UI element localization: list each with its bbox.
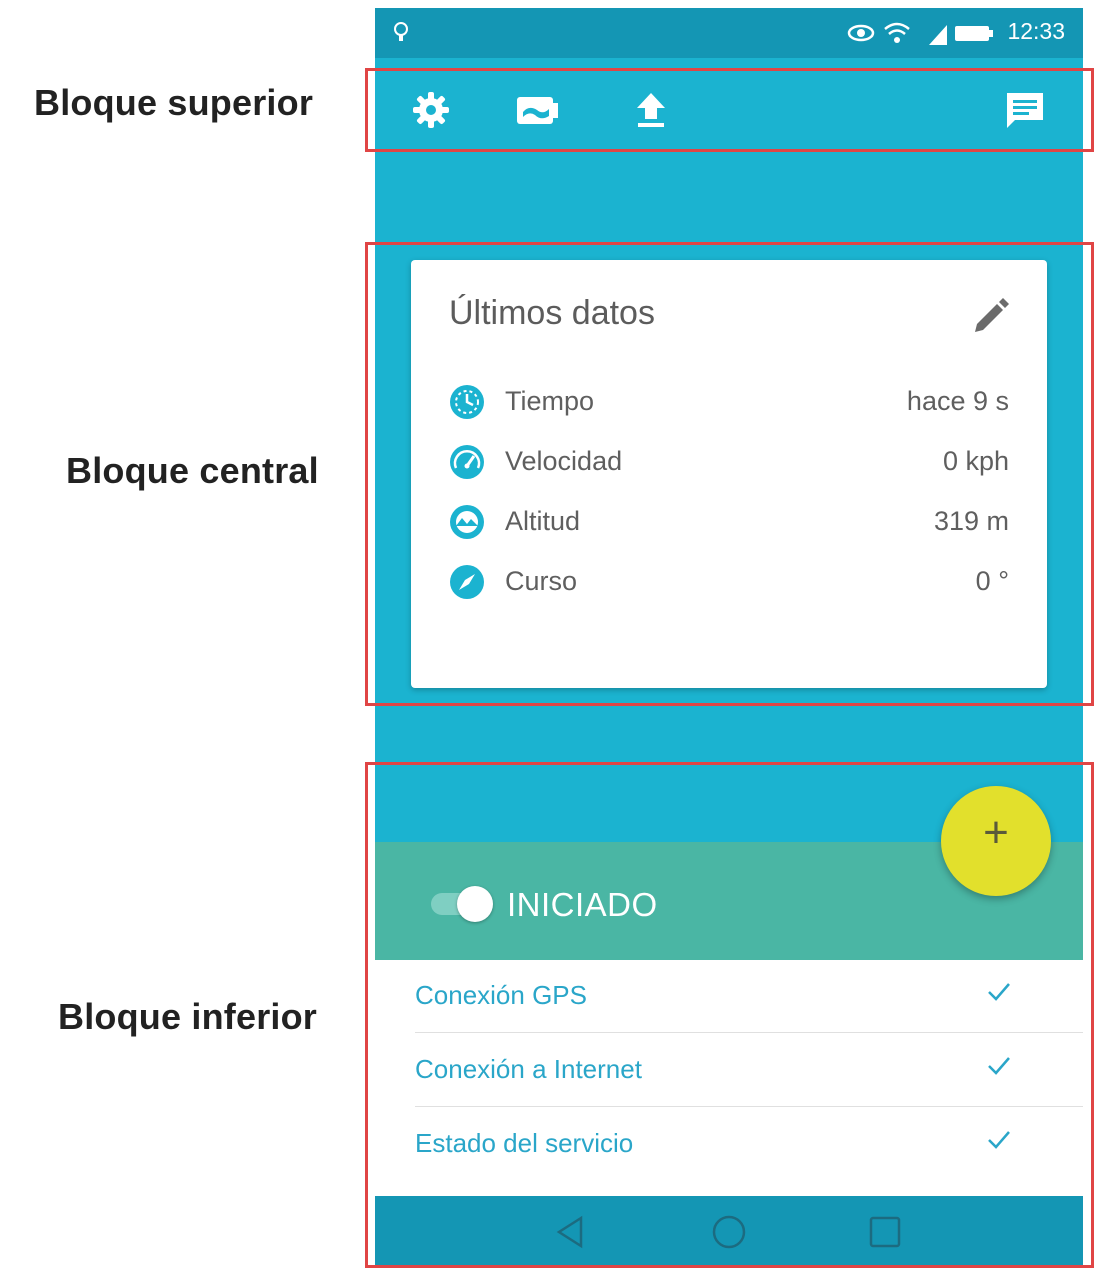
data-row-altitude: Altitud 319 m: [449, 502, 1009, 542]
altitude-icon: [450, 505, 484, 539]
status-icons: [847, 22, 993, 45]
switch-thumb: [457, 886, 493, 922]
check-icon: [988, 1131, 1010, 1149]
row-value: 0 °: [975, 566, 1009, 596]
row-label: Curso: [505, 566, 578, 596]
message-icon[interactable]: [1003, 88, 1047, 132]
annotation-bottom-label: Bloque inferior: [58, 996, 318, 1037]
list-item-label: Estado del servicio: [415, 1128, 634, 1158]
row-label: Tiempo: [505, 386, 595, 416]
clock-icon: [450, 385, 484, 419]
check-icon: [988, 983, 1010, 1001]
top-toolbar: [375, 58, 1083, 158]
status-bar: 12:33: [375, 8, 1083, 58]
service-state-label: INICIADO: [507, 886, 658, 923]
annotation-top-label: Bloque superior: [34, 82, 314, 123]
row-label: Velocidad: [505, 446, 623, 476]
data-row-course: Curso 0 °: [449, 562, 1009, 602]
row-label: Altitud: [505, 506, 581, 536]
list-item-label: Conexión a Internet: [415, 1054, 642, 1084]
upload-icon[interactable]: [629, 88, 673, 132]
data-row-speed: Velocidad 0 kph: [449, 442, 1009, 482]
check-icon: [988, 1057, 1010, 1075]
fab-plus-label: +: [983, 808, 1009, 857]
phone-screen: 12:33 Últimos datos Tiempo hace 9 s Velo…: [375, 8, 1083, 1268]
compass-icon: [450, 565, 484, 599]
row-value: 0 kph: [942, 446, 1009, 476]
battery-icon: [955, 26, 993, 41]
back-icon[interactable]: [553, 1214, 589, 1250]
eye-icon: [847, 24, 875, 42]
list-item-label: Conexión GPS: [415, 980, 587, 1010]
annotation-center-label: Bloque central: [66, 450, 319, 491]
home-icon[interactable]: [711, 1214, 747, 1250]
card-title: Últimos datos: [449, 294, 655, 332]
edit-icon[interactable]: [969, 296, 1011, 338]
service-toggle-switch[interactable]: [431, 886, 493, 922]
notification-icon: [394, 22, 408, 41]
list-divider: [415, 1032, 1083, 1033]
settings-icon[interactable]: [409, 88, 453, 132]
latest-data-card: Últimos datos Tiempo hace 9 s Velocidad …: [411, 260, 1047, 688]
row-value: 319 m: [933, 506, 1009, 536]
list-item-gps[interactable]: Conexión GPS: [415, 960, 1083, 1032]
status-time: 12:33: [1007, 18, 1065, 44]
recents-icon[interactable]: [867, 1214, 903, 1250]
list-item-internet[interactable]: Conexión a Internet: [415, 1034, 1083, 1106]
row-value: hace 9 s: [906, 386, 1009, 416]
list-divider: [415, 1106, 1083, 1107]
system-nav-bar: [375, 1196, 1083, 1268]
camera-icon[interactable]: [515, 88, 559, 132]
add-fab-button[interactable]: +: [941, 786, 1051, 896]
status-check-list: Conexión GPS Conexión a Internet Estado …: [375, 960, 1083, 1196]
signal-icon: [929, 25, 947, 45]
list-item-service[interactable]: Estado del servicio: [415, 1108, 1083, 1180]
data-row-time: Tiempo hace 9 s: [449, 382, 1009, 422]
speedometer-icon: [450, 445, 484, 479]
wifi-icon: [884, 22, 910, 43]
